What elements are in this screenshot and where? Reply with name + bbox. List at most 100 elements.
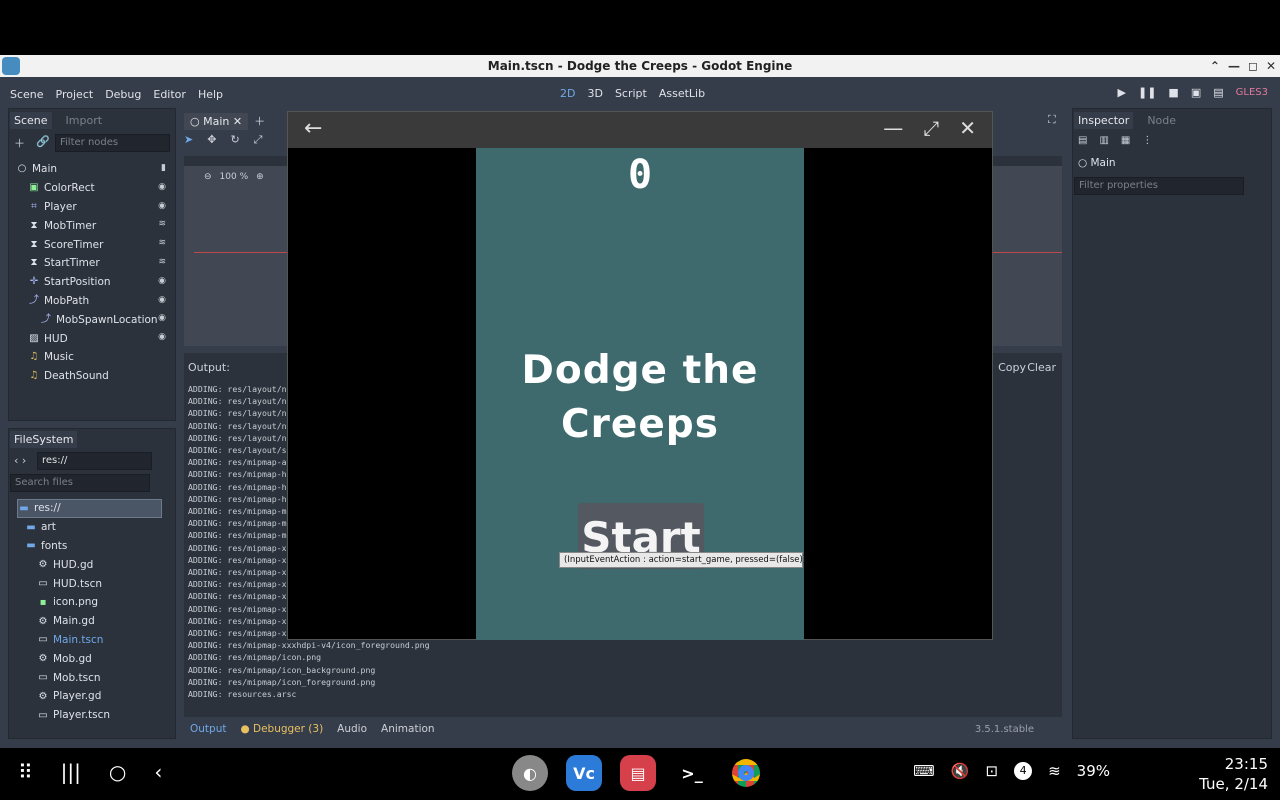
tab-node[interactable]: Node [1143,112,1180,129]
tab-animation[interactable]: Animation [381,723,435,735]
reader-app-icon[interactable]: ▤ [620,755,656,791]
file-item-res---[interactable]: ▬ res:// [17,499,162,518]
play-custom-icon[interactable]: ▤ [1213,86,1223,99]
scene-node-player[interactable]: ⌗ Player ◉ [10,198,174,217]
scene-node-mobpath[interactable]: ⤴ MobPath ◉ [10,292,174,311]
clear-button[interactable]: Clear [1027,361,1056,374]
file-item-player-gd[interactable]: ⚙ Player.gd [17,687,162,706]
menu-project[interactable]: Project [50,88,100,101]
tab-import[interactable]: Import [62,112,107,129]
scene-node-colorrect[interactable]: ▣ ColorRect ◉ [10,179,174,198]
scene-node-mobspawnlocation[interactable]: ⤴ MobSpawnLocation ◉ [10,310,174,329]
file-item-player-tscn[interactable]: ▭ Player.tscn [17,706,162,725]
distraction-free-icon[interactable]: ⛶ [1048,113,1056,127]
back-icon[interactable]: ‹ [154,760,162,784]
close-icon[interactable]: ✕ [959,116,976,140]
signal-icon[interactable]: ≋ [158,257,166,267]
script-icon[interactable]: ▮ [161,163,166,173]
add-tab-icon[interactable]: ＋ [254,113,265,129]
home-icon[interactable]: ○ [109,760,126,784]
menu-debug[interactable]: Debug [99,88,147,101]
visibility-eye-icon[interactable]: ◉ [158,201,166,211]
visibility-eye-icon[interactable]: ◉ [158,276,166,286]
file-item-hud-tscn[interactable]: ▭ HUD.tscn [17,574,162,593]
visibility-eye-icon[interactable]: ◉ [158,332,166,342]
scene-node-scoretimer[interactable]: ⧗ ScoreTimer ≋ [10,235,174,254]
renderer-select[interactable]: GLES3 [1236,87,1268,98]
tab-main[interactable]: ○ Main ✕ [184,112,249,130]
menu-help[interactable]: Help [192,88,229,101]
pause-icon[interactable]: ❚❚ [1138,86,1156,99]
scale-tool-icon[interactable]: ⤢ [254,133,263,147]
filter-properties-input[interactable]: Filter properties [1074,177,1244,195]
workspace-3d[interactable]: 3D [587,87,602,100]
new-resource-icon[interactable]: ▤ [1078,135,1087,146]
open-resource-icon[interactable]: ▥ [1099,135,1108,146]
terminal-app-icon[interactable]: >_ [674,755,710,791]
scene-node-deathsound[interactable]: ♫ DeathSound [10,367,174,386]
collapse-icon[interactable]: ⌃ [1210,59,1220,73]
visibility-eye-icon[interactable]: ◉ [158,182,166,192]
more-icon[interactable]: ⋮ [1142,135,1152,146]
tab-scene[interactable]: Scene [10,111,52,129]
notification-count[interactable]: 4 [1014,762,1033,780]
tab-debugger[interactable]: ● Debugger (3) [240,723,323,735]
stop-icon[interactable]: ■ [1168,86,1178,99]
file-item-main-gd[interactable]: ⚙ Main.gd [17,612,162,631]
recents-icon[interactable]: ||| [61,760,81,784]
tab-filesystem[interactable]: FileSystem [10,430,78,448]
link-icon[interactable]: 🔗 [36,135,50,148]
file-item-art[interactable]: ▬ art [17,518,162,537]
signal-icon[interactable]: ≋ [158,219,166,229]
file-item-mob-tscn[interactable]: ▭ Mob.tscn [17,668,162,687]
file-item-fonts[interactable]: ▬ fonts [17,537,162,556]
add-node-icon[interactable]: ＋ [14,135,25,151]
maximize-icon[interactable]: ◻ [1248,59,1258,73]
zoom-level[interactable]: 100 % [220,172,249,182]
filter-nodes-input[interactable]: Filter nodes [55,134,170,152]
history-arrows-icon[interactable]: ‹ › [14,454,26,467]
file-item-main-tscn[interactable]: ▭ Main.tscn [17,631,162,650]
close-icon[interactable]: ✕ [1266,59,1276,73]
tab-audio[interactable]: Audio [337,723,367,735]
workspace-assetlib[interactable]: AssetLib [659,87,705,100]
zoom-out-icon[interactable]: ⊖ [204,172,212,182]
scene-node-hud[interactable]: ▨ HUD ◉ [10,329,174,348]
minimize-icon[interactable]: — [1228,59,1240,73]
workspace-2d[interactable]: 2D [560,87,575,100]
app-drawer-icon[interactable]: ⠿ [18,760,33,784]
scene-node-startposition[interactable]: ✛ StartPosition ◉ [10,273,174,292]
path-field[interactable]: res:// [37,452,152,470]
tab-output[interactable]: Output [190,723,226,735]
copy-button[interactable]: Copy [998,361,1026,374]
maximize-icon[interactable]: ⤢ [923,116,939,140]
zoom-in-icon[interactable]: ⊕ [256,172,264,182]
scene-node-main[interactable]: ○ Main ▮ [10,160,174,179]
play-scene-icon[interactable]: ▣ [1191,86,1201,99]
search-files-input[interactable]: Search files [10,474,150,492]
vscode-app-icon[interactable]: Vc [566,755,602,791]
visibility-eye-icon[interactable]: ◉ [158,313,166,323]
signal-icon[interactable]: ≋ [158,238,166,248]
menu-editor[interactable]: Editor [147,88,192,101]
file-item-mob-gd[interactable]: ⚙ Mob.gd [17,649,162,668]
keyboard-icon[interactable]: ⌨ [913,762,935,780]
tab-inspector[interactable]: Inspector [1074,111,1134,129]
file-item-hud-gd[interactable]: ⚙ HUD.gd [17,555,162,574]
file-item-icon-png[interactable]: ▪ icon.png [17,593,162,612]
screenshot-icon[interactable]: ⊡ [986,762,999,780]
move-tool-icon[interactable]: ✥ [207,133,216,147]
scene-node-starttimer[interactable]: ⧗ StartTimer ≋ [10,254,174,273]
select-tool-icon[interactable]: ➤ [184,133,193,147]
godot-app-icon[interactable]: ◐ [512,755,548,791]
chrome-app-icon[interactable] [728,755,764,791]
back-arrow-icon[interactable]: ← [304,116,322,141]
inspected-object[interactable]: ○ Main [1078,157,1116,169]
workspace-script[interactable]: Script [615,87,647,100]
menu-scene[interactable]: Scene [4,88,50,101]
play-icon[interactable]: ▶ [1118,86,1126,99]
minimize-icon[interactable]: — [883,116,903,140]
save-resource-icon[interactable]: ▦ [1121,135,1130,146]
scene-node-mobtimer[interactable]: ⧗ MobTimer ≋ [10,216,174,235]
scene-node-music[interactable]: ♫ Music [10,348,174,367]
